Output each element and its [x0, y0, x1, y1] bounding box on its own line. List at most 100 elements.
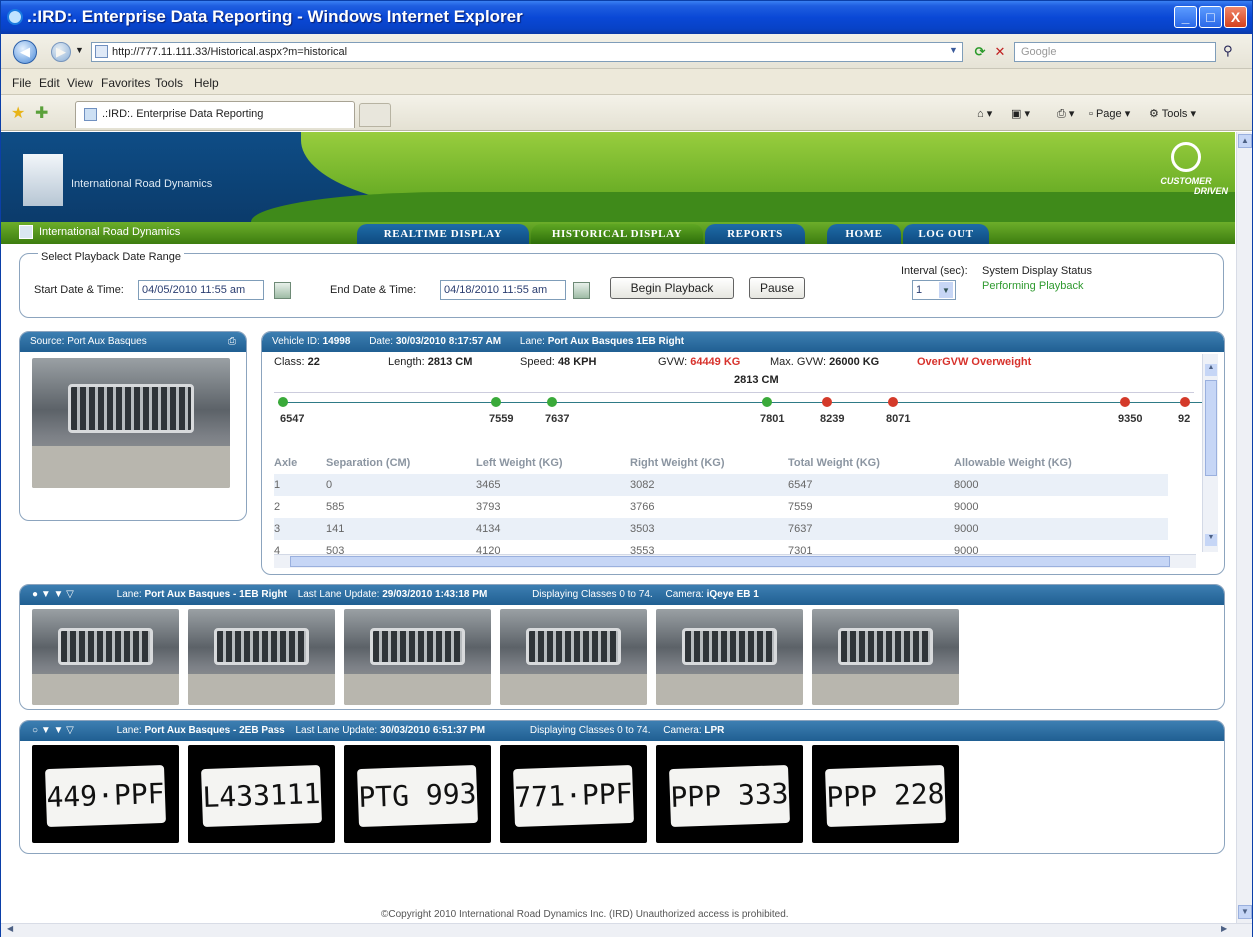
tools-menu-label: Tools	[1161, 108, 1188, 120]
address-input[interactable]: http://777.11.111.33/Historical.aspx?m=h…	[91, 42, 963, 62]
vehicle-thumbnail[interactable]	[500, 609, 647, 705]
total-length-label: 2813 CM	[734, 374, 779, 386]
class-label: Class:	[274, 356, 305, 368]
tab-historical-display[interactable]: Historical Display	[531, 224, 703, 244]
road-surface	[32, 674, 179, 705]
pause-button[interactable]: Pause	[749, 277, 805, 299]
printer-icon[interactable]: ⎙	[228, 332, 236, 352]
menu-favorites[interactable]: Favorites	[101, 76, 150, 90]
tab-home[interactable]: Home	[827, 224, 901, 244]
tab-realtime-display[interactable]: Realtime Display	[357, 224, 529, 244]
vehicle-thumbnail[interactable]	[656, 609, 803, 705]
interval-value: 1	[916, 284, 923, 296]
forward-button[interactable]: ▶	[51, 42, 71, 62]
vehicle-lane-label: Lane:	[519, 336, 545, 347]
start-date-input[interactable]: 04/05/2010 11:55 am	[138, 280, 264, 300]
table-cell: 3793	[476, 501, 501, 513]
plate-thumbnail[interactable]: 449·PPF	[32, 745, 179, 843]
vehicle-thumbnail[interactable]	[188, 609, 335, 705]
gvw-value: 64449 KG	[690, 356, 741, 368]
truck-grille	[67, 384, 195, 434]
menu-edit[interactable]: Edit	[39, 76, 60, 90]
axle-weight-label: 8071	[886, 413, 911, 425]
logo-text: International Road Dynamics	[71, 178, 213, 190]
table-cell: 7559	[788, 501, 813, 513]
axle-weight-label: 6547	[280, 413, 305, 425]
axle-marker-icon	[547, 397, 557, 407]
lane2-lane-label: Lane:	[116, 725, 142, 736]
plate-thumbnail[interactable]: PPP 228	[812, 745, 959, 843]
close-button[interactable]: X	[1224, 6, 1247, 28]
maximize-button[interactable]: □	[1199, 6, 1222, 28]
refresh-icon[interactable]: ⟳	[971, 43, 989, 61]
new-tab-button[interactable]	[359, 103, 391, 127]
interval-label: Interval (sec):	[901, 265, 968, 277]
vehicle-thumbnail[interactable]	[344, 609, 491, 705]
col-total-weight: Total Weight (KG)	[788, 457, 880, 469]
table-row[interactable]: 1 0 3465 3082 6547 8000	[274, 474, 1168, 496]
stop-icon[interactable]: ✕	[991, 43, 1009, 61]
customer-driven-badge: CUSTOMER DRIVEN	[1144, 142, 1228, 204]
length-value: 2813 CM	[427, 356, 473, 368]
minimize-button[interactable]: _	[1174, 6, 1197, 28]
home-icon[interactable]: ⌂ ▾	[977, 107, 992, 120]
site-header: International Road Dynamics CUSTOMER DRI…	[1, 132, 1235, 222]
table-scroll-up-icon[interactable]: ▲	[1205, 364, 1217, 376]
favorites-star-icon[interactable]: ★	[11, 103, 25, 123]
scroll-down-icon[interactable]: ▼	[1238, 905, 1252, 919]
plate-text: 449·PPF	[45, 764, 166, 828]
table-vertical-scrollbar[interactable]: ▲ ▼	[1202, 354, 1218, 552]
begin-playback-button[interactable]: Begin Playback	[610, 277, 734, 299]
menu-help[interactable]: Help	[194, 76, 219, 90]
truck-grille	[682, 628, 777, 665]
interval-select[interactable]: 1 ▼	[912, 280, 956, 300]
plate-thumbnail[interactable]: PPP 333	[656, 745, 803, 843]
page-horizontal-scrollbar[interactable]: ◀ ▶	[1, 923, 1252, 937]
table-row[interactable]: 3 141 4134 3503 7637 9000	[274, 518, 1168, 540]
table-cell: 4134	[476, 518, 630, 540]
lane2-camera-value: LPR	[704, 725, 725, 736]
menu-view[interactable]: View	[67, 76, 93, 90]
end-calendar-icon[interactable]	[573, 282, 590, 299]
lane2-controls-icon[interactable]: ○ ▼ ▼ ▽	[32, 725, 74, 736]
plate-thumbnail[interactable]: 771·PPF	[500, 745, 647, 843]
tab-title: .:IRD:. Enterprise Data Reporting	[102, 108, 264, 120]
vehicle-thumbnail[interactable]	[32, 609, 179, 705]
plate-thumbnail[interactable]: L433111	[188, 745, 335, 843]
tab-log-out[interactable]: Log Out	[903, 224, 989, 244]
page-vertical-scrollbar[interactable]: ▲ ▼	[1236, 132, 1252, 923]
browser-tab[interactable]: .:IRD:. Enterprise Data Reporting	[75, 101, 355, 128]
table-row[interactable]: 2 585 3793 3766 7559 9000	[274, 496, 1168, 518]
vehicle-thumbnail[interactable]	[812, 609, 959, 705]
address-dropdown-icon[interactable]: ▼	[949, 45, 958, 55]
table-horizontal-scrollbar[interactable]	[274, 554, 1196, 568]
tools-menu[interactable]: ⚙ Tools ▾	[1149, 107, 1196, 120]
table-scroll-down-icon[interactable]: ▼	[1205, 534, 1217, 546]
print-icon[interactable]: ⎙ ▾	[1057, 107, 1074, 121]
start-calendar-icon[interactable]	[274, 282, 291, 299]
menu-tools[interactable]: Tools	[155, 76, 183, 90]
axle-marker-icon	[491, 397, 501, 407]
plate-text: 771·PPF	[513, 764, 634, 828]
tab-reports[interactable]: Reports	[705, 224, 805, 244]
search-input[interactable]: Google	[1014, 42, 1216, 62]
menu-file[interactable]: File	[12, 76, 31, 90]
end-date-input[interactable]: 04/18/2010 11:55 am	[440, 280, 566, 300]
axle-weight-label: 92	[1178, 413, 1191, 425]
back-button[interactable]: ◀	[13, 40, 37, 64]
lane1-camera-value: iQeye EB 1	[706, 589, 759, 600]
scroll-left-icon[interactable]: ◀	[7, 924, 13, 933]
feeds-icon[interactable]: ▣ ▾	[1011, 107, 1030, 120]
table-hscroll-thumb[interactable]	[290, 556, 1170, 567]
truck-grille	[838, 628, 933, 665]
lane1-controls-icon[interactable]: ● ▼ ▼ ▽	[32, 589, 74, 600]
page-menu[interactable]: ▫ Page ▾	[1089, 107, 1130, 120]
search-icon[interactable]: ⚲	[1223, 43, 1233, 59]
scroll-up-icon[interactable]: ▲	[1238, 134, 1252, 148]
plate-thumbnail[interactable]: PTG 993	[344, 745, 491, 843]
table-scroll-thumb[interactable]	[1205, 380, 1217, 476]
add-favorite-icon[interactable]: ✚	[35, 103, 48, 123]
tab-bar: ★ ✚ .:IRD:. Enterprise Data Reporting ⌂ …	[1, 95, 1252, 131]
scroll-right-icon[interactable]: ▶	[1221, 924, 1227, 933]
history-dropdown-icon[interactable]: ▼	[75, 45, 84, 55]
